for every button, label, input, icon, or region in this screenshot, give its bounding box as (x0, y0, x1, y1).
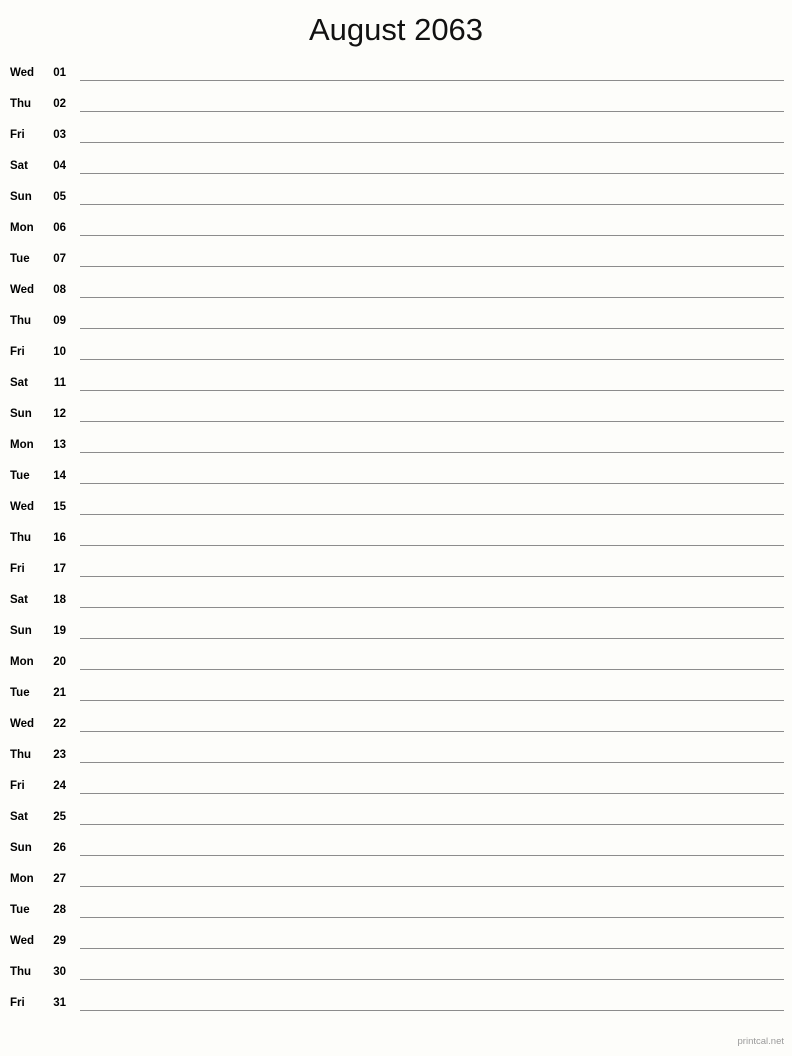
day-writing-line[interactable] (80, 545, 784, 546)
page-title: August 2063 (308, 12, 484, 47)
day-writing-line[interactable] (80, 576, 784, 577)
day-writing-line[interactable] (80, 669, 784, 670)
day-number-label: 11 (53, 377, 66, 389)
day-number-label: 07 (53, 253, 66, 265)
day-number-label: 03 (53, 129, 66, 141)
day-number-label: 24 (53, 780, 66, 792)
day-writing-line[interactable] (80, 886, 784, 887)
day-row[interactable]: Thu 30 (0, 961, 792, 992)
day-number-label: 26 (53, 842, 66, 854)
day-writing-line[interactable] (80, 173, 784, 174)
day-number-label: 08 (53, 284, 66, 296)
day-writing-line[interactable] (80, 638, 784, 639)
day-row[interactable]: Fri 10 (0, 341, 792, 372)
day-writing-line[interactable] (80, 297, 784, 298)
day-row[interactable]: Wed 01 (0, 62, 792, 93)
day-row[interactable]: Wed 29 (0, 930, 792, 961)
day-writing-line[interactable] (80, 452, 784, 453)
day-number-label: 31 (53, 997, 66, 1009)
day-row[interactable]: Sun 05 (0, 186, 792, 217)
day-row[interactable]: Thu 23 (0, 744, 792, 775)
day-number-label: 12 (53, 408, 66, 420)
day-row[interactable]: Tue 14 (0, 465, 792, 496)
day-row[interactable]: Fri 24 (0, 775, 792, 806)
day-writing-line[interactable] (80, 390, 784, 391)
day-row[interactable]: Fri 31 (0, 992, 792, 1023)
day-row[interactable]: Mon 20 (0, 651, 792, 682)
day-number-label: 30 (53, 966, 66, 978)
day-writing-line[interactable] (80, 235, 784, 236)
day-number-label: 21 (53, 687, 66, 699)
day-row[interactable]: Wed 22 (0, 713, 792, 744)
day-row[interactable]: Tue 28 (0, 899, 792, 930)
day-row[interactable]: Thu 09 (0, 310, 792, 341)
day-row[interactable]: Sun 12 (0, 403, 792, 434)
day-number-label: 29 (53, 935, 66, 947)
day-number-label: 28 (53, 904, 66, 916)
day-row[interactable]: Sun 19 (0, 620, 792, 651)
day-writing-line[interactable] (80, 824, 784, 825)
day-number-label: 27 (53, 873, 66, 885)
day-row[interactable]: Wed 15 (0, 496, 792, 527)
day-row[interactable]: Fri 17 (0, 558, 792, 589)
day-number-label: 18 (53, 594, 66, 606)
day-writing-line[interactable] (80, 855, 784, 856)
day-row[interactable]: Mon 13 (0, 434, 792, 465)
day-number-label: 16 (53, 532, 66, 544)
day-number-label: 10 (53, 346, 66, 358)
day-writing-line[interactable] (80, 917, 784, 918)
day-writing-line[interactable] (80, 700, 784, 701)
day-number-label: 19 (53, 625, 66, 637)
day-writing-line[interactable] (80, 328, 784, 329)
day-writing-line[interactable] (80, 948, 784, 949)
day-number-label: 25 (53, 811, 66, 823)
day-number-label: 15 (53, 501, 66, 513)
day-number-label: 13 (53, 439, 66, 451)
day-row[interactable]: Sat 18 (0, 589, 792, 620)
day-row[interactable]: Sun 26 (0, 837, 792, 868)
day-number-label: 22 (53, 718, 66, 730)
day-writing-line[interactable] (80, 979, 784, 980)
day-number-label: 17 (53, 563, 66, 575)
day-number-label: 23 (53, 749, 66, 761)
day-writing-line[interactable] (80, 204, 784, 205)
day-writing-line[interactable] (80, 1010, 784, 1011)
day-row[interactable]: Mon 27 (0, 868, 792, 899)
day-number-label: 01 (53, 67, 66, 79)
day-writing-line[interactable] (80, 111, 784, 112)
day-row[interactable]: Tue 21 (0, 682, 792, 713)
footer-credit: printcal.net (737, 1036, 784, 1047)
day-row[interactable]: Thu 02 (0, 93, 792, 124)
day-writing-line[interactable] (80, 762, 784, 763)
day-writing-line[interactable] (80, 80, 784, 81)
day-writing-line[interactable] (80, 514, 784, 515)
day-writing-line[interactable] (80, 359, 784, 360)
day-row[interactable]: Fri 03 (0, 124, 792, 155)
day-rows-list: Wed 01 Thu 02 Fri 03 Sat 04 Sun 05 Mon 06 Tue 07 Wed 08… (0, 62, 792, 1023)
day-writing-line[interactable] (80, 607, 784, 608)
day-number-label: 05 (53, 191, 66, 203)
day-number-label: 20 (53, 656, 66, 668)
day-row[interactable]: Thu 16 (0, 527, 792, 558)
day-number-label: 09 (53, 315, 66, 327)
day-writing-line[interactable] (80, 483, 784, 484)
day-row[interactable]: Sat 04 (0, 155, 792, 186)
day-row[interactable]: Mon 06 (0, 217, 792, 248)
day-row[interactable]: Wed 08 (0, 279, 792, 310)
day-number-label: 14 (53, 470, 66, 482)
day-row[interactable]: Sat 25 (0, 806, 792, 837)
day-writing-line[interactable] (80, 266, 784, 267)
day-number-label: 02 (53, 98, 66, 110)
day-writing-line[interactable] (80, 142, 784, 143)
day-writing-line[interactable] (80, 421, 784, 422)
calendar-page: August 2063 Wed 01 Thu 02 Fri 03 Sat 04 Sun 05 Mon… (0, 0, 792, 1056)
day-number-label: 06 (53, 222, 66, 234)
day-number-label: 04 (53, 160, 66, 172)
day-writing-line[interactable] (80, 793, 784, 794)
day-row[interactable]: Sat 11 (0, 372, 792, 403)
day-writing-line[interactable] (80, 731, 784, 732)
day-row[interactable]: Tue 07 (0, 248, 792, 279)
